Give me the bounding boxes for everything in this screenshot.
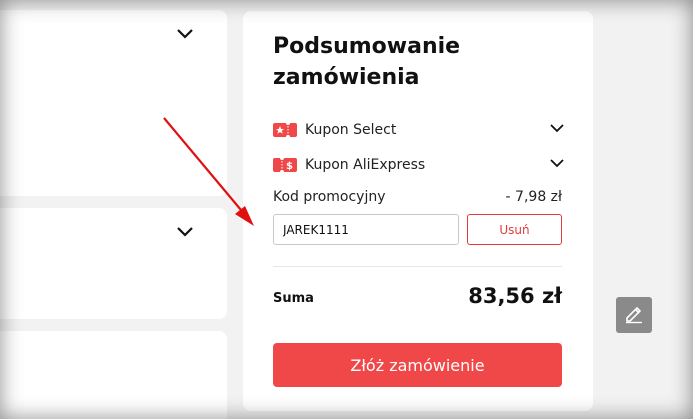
left-section-card-1 [0, 10, 227, 196]
divider [273, 266, 562, 267]
promo-code-label: Kod promocyjny [273, 189, 386, 205]
coupon-aliexpress-row[interactable]: $ Kupon AliExpress [273, 154, 565, 176]
left-section-card-2 [0, 208, 227, 319]
total-label: Suma [273, 291, 314, 306]
remove-promo-button[interactable]: Usuń [467, 214, 562, 245]
total-value: 83,56 zł [468, 284, 562, 308]
pencil-icon [623, 302, 645, 328]
svg-text:$: $ [286, 161, 293, 172]
left-section-card-3 [0, 331, 227, 419]
coupon-aliexpress-label: Kupon AliExpress [305, 157, 426, 173]
order-summary-card: Podsumowanie zamówienia Kupon Select $ K… [243, 11, 593, 411]
select-coupon-icon [273, 121, 297, 139]
coupon-select-label: Kupon Select [305, 122, 397, 138]
chevron-down-icon[interactable] [175, 24, 195, 44]
aliexpress-coupon-icon: $ [273, 156, 297, 174]
promo-code-input[interactable] [273, 214, 459, 245]
promo-discount-value: - 7,98 zł [505, 189, 562, 205]
place-order-button[interactable]: Złóż zamówienie [273, 343, 562, 387]
chevron-down-icon [549, 120, 565, 140]
chevron-down-icon [549, 155, 565, 175]
summary-title: Podsumowanie zamówienia [273, 34, 461, 90]
coupon-select-row[interactable]: Kupon Select [273, 119, 565, 141]
chevron-down-icon[interactable] [175, 222, 195, 242]
edit-button[interactable] [616, 297, 652, 333]
